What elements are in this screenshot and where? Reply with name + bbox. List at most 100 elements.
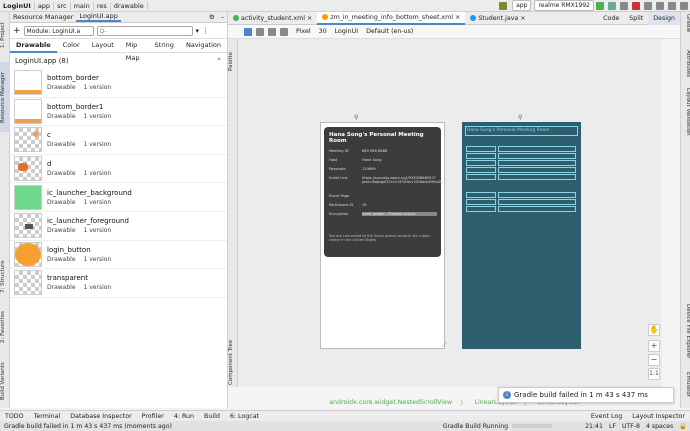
tab-attributes[interactable]: Attributes	[682, 50, 690, 86]
design-canvas[interactable]: Hana Song's Personal Meeting Room Meetin…	[238, 39, 662, 387]
line-separator[interactable]: LF	[606, 423, 619, 430]
tool-layout-inspector[interactable]: Layout Inspector	[627, 413, 690, 420]
breadcrumb-scrollview[interactable]: androidx.core.widget.NestedScrollView	[329, 399, 452, 406]
category-navigation[interactable]: Navigation	[180, 39, 227, 53]
zoom-out-icon[interactable]: −	[648, 354, 660, 366]
tab-gradle[interactable]: Gradle	[682, 14, 690, 46]
tab-favorites[interactable]: 2: Favorites	[0, 304, 10, 350]
gear-icon[interactable]: ⚙	[206, 13, 218, 21]
split-view-button[interactable]: Split	[624, 12, 648, 25]
tab-component-tree[interactable]: Component Tree	[228, 339, 238, 385]
crumb-res[interactable]: res	[94, 1, 111, 10]
theme-select[interactable]: LoginUI	[335, 28, 358, 35]
debug-icon[interactable]	[608, 1, 616, 10]
build-failed-toast[interactable]: i Gradle build failed in 1 m 43 s 437 ms	[498, 387, 674, 403]
locale-select[interactable]: Default (en-us)	[366, 28, 413, 35]
editor-tab-zm-meeting-info[interactable]: zm_in_meeting_info_bottom_sheet.xml ×	[317, 11, 466, 25]
category-color[interactable]: Color	[57, 39, 86, 53]
collapse-icon[interactable]: ⌃	[216, 57, 222, 65]
file-encoding[interactable]: UTF-8	[619, 423, 643, 430]
info-value: https://success.zoom.us/j/92300868507?pw…	[362, 176, 447, 184]
editor-tab-student-java[interactable]: Student.java ×	[465, 12, 530, 25]
tool-build[interactable]: Build	[199, 413, 225, 420]
more-icon[interactable]: ⋮	[202, 27, 209, 35]
resize-handle-icon[interactable]: ⟋	[442, 341, 447, 350]
tab-device-file-explorer[interactable]: Device File Explorer	[682, 304, 690, 368]
category-layout[interactable]: Layout	[86, 39, 120, 53]
orientation-icon[interactable]	[268, 27, 276, 36]
group-header[interactable]: LoginUI.app (8) ⌃	[10, 53, 227, 69]
sdk-manager-icon[interactable]	[668, 1, 676, 10]
category-string[interactable]: String	[149, 39, 180, 53]
profile-icon[interactable]	[620, 1, 628, 10]
design-preview: Hana Song's Personal Meeting Room Meetin…	[320, 122, 447, 349]
device-select[interactable]: Pixel	[296, 28, 311, 35]
resource-item[interactable]: c Drawable 1 version	[10, 126, 227, 155]
tool-todo[interactable]: TODO	[0, 413, 29, 420]
tab-structure[interactable]: 7: Structure	[0, 252, 10, 302]
tool-terminal[interactable]: Terminal	[29, 413, 66, 420]
tab-palette[interactable]: Palette	[228, 41, 238, 81]
resource-item[interactable]: login_button Drawable 1 version	[10, 241, 227, 270]
minimize-icon[interactable]: –	[218, 13, 227, 21]
device-select[interactable]: realme RMX1992	[534, 0, 594, 11]
zoom-in-icon[interactable]: +	[648, 340, 660, 352]
design-surface-icon[interactable]	[244, 27, 252, 36]
crumb-drawable[interactable]: drawable	[111, 1, 148, 10]
resource-item[interactable]: ic_launcher_background Drawable 1 version	[10, 183, 227, 212]
add-icon[interactable]: +	[13, 26, 21, 36]
tool-database-inspector[interactable]: Database Inspector	[65, 413, 136, 420]
sync-icon[interactable]	[644, 1, 652, 10]
filter-icon[interactable]: ▾	[196, 27, 200, 35]
tab-emulator[interactable]: Emulator	[682, 372, 690, 406]
tab-build-variants[interactable]: Build Variants	[0, 356, 10, 406]
resource-item[interactable]: bottom_border1 Drawable 1 version	[10, 98, 227, 127]
run-icon[interactable]	[596, 1, 604, 10]
resource-item[interactable]: ic_launcher_foreground Drawable 1 version	[10, 212, 227, 241]
tool-logcat[interactable]: 6: Logcat	[225, 413, 264, 420]
code-view-button[interactable]: Code	[598, 12, 624, 25]
tool-profiler[interactable]: Profiler	[137, 413, 169, 420]
pan-icon[interactable]: ✋	[648, 324, 660, 336]
run-config-select[interactable]: app	[512, 0, 532, 11]
api-level-select[interactable]: 30	[319, 28, 327, 35]
stop-icon[interactable]	[632, 1, 640, 10]
resource-item[interactable]: transparent Drawable 1 version	[10, 269, 227, 298]
resource-item[interactable]: bottom_border Drawable 1 version	[10, 69, 227, 98]
crumb-main[interactable]: main	[71, 1, 94, 10]
background-task[interactable]: Gradle Build Running	[439, 423, 512, 430]
crumb-project[interactable]: LoginUI	[0, 1, 35, 10]
caret-position[interactable]: 21:41	[582, 423, 606, 430]
zoom-reset-icon[interactable]: 1:1	[648, 368, 660, 380]
indent-setting[interactable]: 4 spaces	[643, 423, 676, 430]
tool-run[interactable]: 4: Run	[169, 413, 199, 420]
module-select[interactable]: Module: LoginUI.a	[23, 25, 94, 36]
hammer-icon[interactable]	[499, 1, 508, 10]
lock-icon[interactable]: 🔒	[676, 422, 690, 430]
crumb-app[interactable]: app	[35, 1, 55, 10]
resource-versions: 1 version	[83, 84, 112, 92]
info-label: Encryption	[329, 212, 349, 216]
category-mipmap[interactable]: Mip Map	[120, 39, 149, 62]
blueprint-label-box	[466, 167, 496, 173]
avd-manager-icon[interactable]	[656, 1, 664, 10]
design-view-button[interactable]: Design	[648, 11, 680, 25]
blueprint-value-box	[498, 167, 576, 173]
search-input[interactable]: Q-	[96, 25, 193, 36]
status-message[interactable]: Gradle build failed in 1 m 43 s 437 ms (…	[0, 423, 176, 430]
tab-resource-manager[interactable]: Resource Manager	[0, 62, 10, 132]
tab-layout-validation[interactable]: Layout Validation	[682, 88, 690, 148]
blueprint-label-box	[466, 174, 496, 180]
night-mode-icon[interactable]	[280, 27, 288, 36]
blueprint-label-box	[466, 199, 496, 205]
category-drawable[interactable]: Drawable	[10, 39, 57, 53]
tab-loginui-app[interactable]: LoginUI.app	[76, 12, 121, 22]
resource-item[interactable]: d Drawable 1 version	[10, 155, 227, 184]
tool-event-log[interactable]: Event Log	[586, 413, 627, 420]
search-icon[interactable]	[680, 1, 688, 10]
editor-tab-activity-student[interactable]: activity_student.xml ×	[228, 12, 317, 25]
crumb-src[interactable]: src	[54, 1, 71, 10]
java-class-icon	[470, 15, 477, 21]
blueprint-icon[interactable]	[256, 27, 264, 36]
tab-project[interactable]: 1: Project	[0, 12, 10, 58]
